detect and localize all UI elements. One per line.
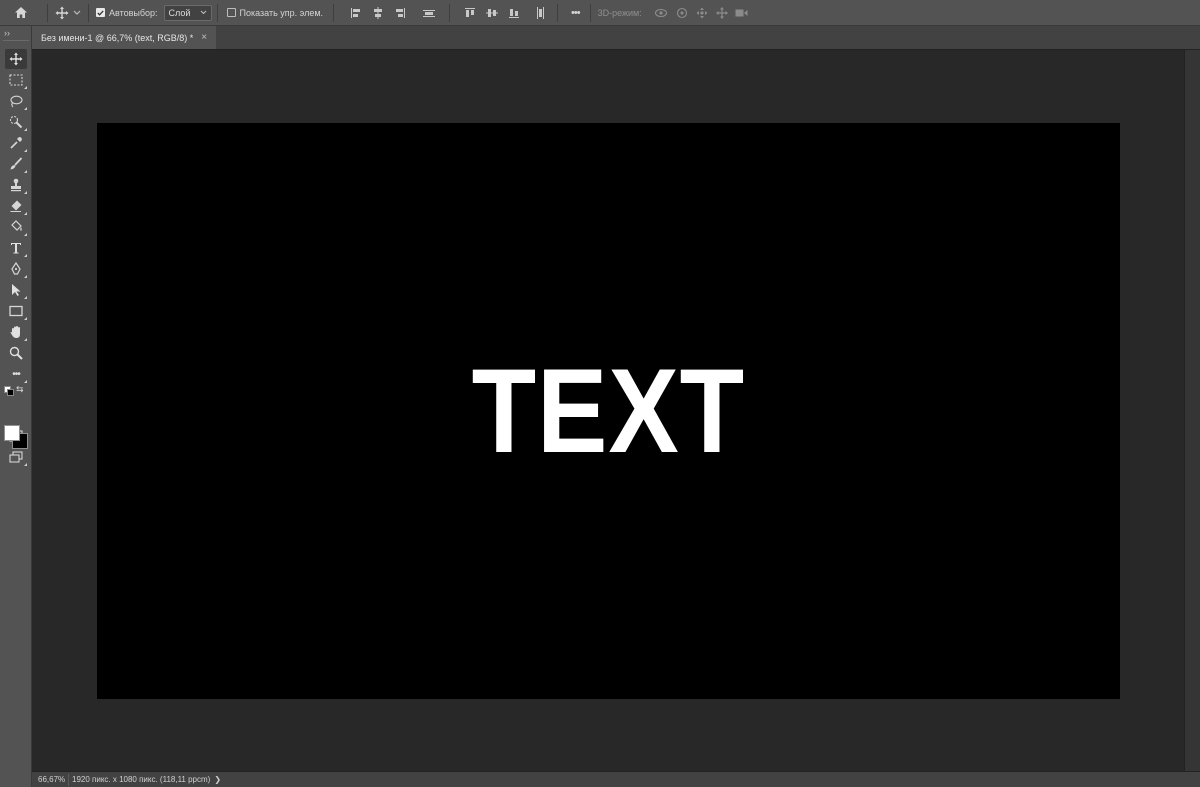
document-info: 1920 пикс. x 1080 пикс. (118,11 ppcm) xyxy=(72,775,211,784)
divider xyxy=(557,3,559,22)
orbit-3d-icon xyxy=(650,7,672,19)
document-canvas[interactable]: TEXT xyxy=(97,123,1120,699)
document-tab-title: Без имени-1 @ 66,7% (text, RGB/8) * xyxy=(41,32,194,43)
mode-3d-label: 3D-режим: xyxy=(597,7,642,18)
quick-selection-icon[interactable] xyxy=(5,112,27,132)
divider xyxy=(68,773,69,786)
chevron-down-icon xyxy=(200,10,206,15)
pan-3d-icon xyxy=(692,7,712,19)
move-tool-preset-icon[interactable] xyxy=(53,6,71,20)
auto-select-label: Автовыбор: xyxy=(109,7,158,18)
divider xyxy=(589,3,591,22)
foreground-color-swatch[interactable] xyxy=(4,425,20,441)
options-bar: Автовыбор: Слой Показать упр. элем. ••• … xyxy=(0,0,1200,26)
divider xyxy=(88,3,89,22)
default-colors-icon[interactable] xyxy=(4,386,14,396)
type-tool-icon[interactable] xyxy=(5,238,27,258)
eraser-icon[interactable] xyxy=(5,196,27,216)
vertical-scrollbar[interactable] xyxy=(1184,50,1200,771)
align-top-edges-icon[interactable] xyxy=(459,7,481,19)
zoom-level[interactable]: 66,67% xyxy=(32,775,68,784)
move-tool-icon[interactable] xyxy=(5,49,27,69)
paint-bucket-icon[interactable] xyxy=(5,217,27,237)
pen-tool-icon[interactable] xyxy=(5,259,27,279)
align-vertical-centers-icon[interactable] xyxy=(481,7,503,19)
align-bottom-edges-icon[interactable] xyxy=(503,7,525,19)
edit-toolbar-icon[interactable]: ••• xyxy=(5,364,27,384)
layer-select-value: Слой xyxy=(168,7,191,18)
distribute-horizontally-icon[interactable] xyxy=(527,6,553,20)
divider xyxy=(47,3,48,22)
layer-select-dropdown[interactable]: Слой xyxy=(163,4,212,21)
collapse-panel-icon[interactable]: ›› xyxy=(4,28,10,38)
align-horizontal-centers-icon[interactable] xyxy=(367,6,389,19)
clone-stamp-icon[interactable] xyxy=(5,175,27,195)
rectangular-marquee-icon[interactable] xyxy=(5,70,27,90)
lasso-icon[interactable] xyxy=(5,91,27,111)
zoom-tool-icon[interactable] xyxy=(5,343,27,363)
distribute-vertically-icon[interactable] xyxy=(415,7,443,19)
more-options-icon[interactable]: ••• xyxy=(571,7,581,19)
show-transform-checkbox[interactable] xyxy=(226,8,236,17)
auto-select-checkbox[interactable] xyxy=(96,8,105,17)
align-left-edges-icon[interactable] xyxy=(345,7,367,19)
close-icon[interactable]: × xyxy=(201,32,207,43)
more-tools-label: ••• xyxy=(12,368,20,380)
status-bar: 66,67% 1920 пикс. x 1080 пикс. (118,11 p… xyxy=(32,771,1200,787)
brush-icon[interactable] xyxy=(5,154,27,174)
show-transform-label: Показать упр. элем. xyxy=(239,7,324,18)
divider xyxy=(449,3,451,22)
divider xyxy=(216,3,218,22)
document-tab[interactable]: Без имени-1 @ 66,7% (text, RGB/8) * × xyxy=(32,26,216,49)
document-tab-bar: Без имени-1 @ 66,7% (text, RGB/8) * × xyxy=(32,26,1200,50)
rectangle-tool-icon[interactable] xyxy=(5,301,27,321)
home-icon[interactable] xyxy=(0,0,42,26)
align-right-edges-icon[interactable] xyxy=(389,7,411,19)
slide-3d-icon xyxy=(712,6,732,19)
eyedropper-icon[interactable] xyxy=(5,133,27,153)
screen-mode-icon[interactable] xyxy=(5,447,27,467)
roll-3d-icon xyxy=(672,7,692,19)
hand-tool-icon[interactable] xyxy=(5,322,27,342)
video-camera-icon xyxy=(732,8,752,18)
tools-panel: ›› ••• ⇆ xyxy=(0,26,32,787)
chevron-down-icon[interactable] xyxy=(71,10,83,16)
chevron-right-icon[interactable]: ❯ xyxy=(214,775,221,784)
divider xyxy=(333,3,335,22)
path-selection-icon[interactable] xyxy=(5,280,27,300)
panel-grip[interactable] xyxy=(3,40,29,43)
canvas-text-layer[interactable]: TEXT xyxy=(472,351,745,471)
swap-colors-icon[interactable]: ⇆ xyxy=(16,384,24,395)
